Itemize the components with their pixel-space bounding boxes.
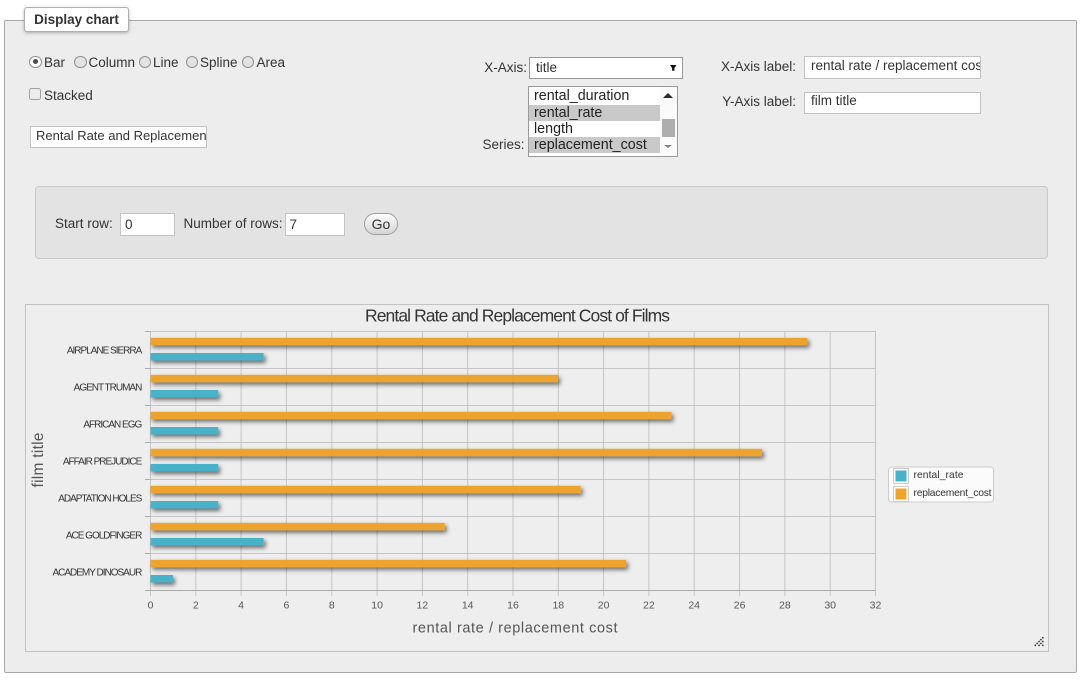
svg-text:22: 22 bbox=[643, 600, 655, 612]
svg-text:ACE GOLDFINGER: ACE GOLDFINGER bbox=[65, 531, 141, 542]
svg-text:4: 4 bbox=[238, 600, 244, 612]
svg-text:32: 32 bbox=[869, 600, 881, 612]
svg-text:film title: film title bbox=[30, 433, 47, 488]
svg-text:replacement_cost: replacement_cost bbox=[913, 488, 991, 499]
svg-text:ADAPTATION HOLES: ADAPTATION HOLES bbox=[58, 494, 142, 505]
svg-text:AFFAIR PREJUDICE: AFFAIR PREJUDICE bbox=[62, 457, 142, 468]
svg-text:6: 6 bbox=[283, 600, 289, 612]
svg-text:AIRPLANE SIERRA: AIRPLANE SIERRA bbox=[66, 346, 142, 357]
svg-text:14: 14 bbox=[461, 600, 473, 612]
svg-text:ACADEMY DINOSAUR: ACADEMY DINOSAUR bbox=[52, 568, 142, 579]
svg-text:2: 2 bbox=[192, 600, 198, 612]
svg-text:16: 16 bbox=[507, 600, 519, 612]
svg-text:12: 12 bbox=[416, 600, 428, 612]
svg-text:8: 8 bbox=[328, 600, 334, 612]
svg-text:AFRICAN EGG: AFRICAN EGG bbox=[83, 420, 142, 431]
svg-text:Rental Rate and Replacement Co: Rental Rate and Replacement Cost of Film… bbox=[365, 306, 670, 326]
svg-text:20: 20 bbox=[597, 600, 609, 612]
svg-text:18: 18 bbox=[552, 600, 564, 612]
svg-text:30: 30 bbox=[824, 600, 836, 612]
svg-text:0: 0 bbox=[147, 600, 153, 612]
svg-text:AGENT TRUMAN: AGENT TRUMAN bbox=[73, 383, 141, 394]
svg-text:10: 10 bbox=[371, 600, 383, 612]
svg-text:24: 24 bbox=[688, 600, 700, 612]
svg-text:28: 28 bbox=[779, 600, 791, 612]
svg-text:rental_rate: rental_rate bbox=[913, 470, 963, 481]
svg-text:26: 26 bbox=[733, 600, 745, 612]
svg-text:rental rate / replacement cost: rental rate / replacement cost bbox=[412, 621, 617, 637]
